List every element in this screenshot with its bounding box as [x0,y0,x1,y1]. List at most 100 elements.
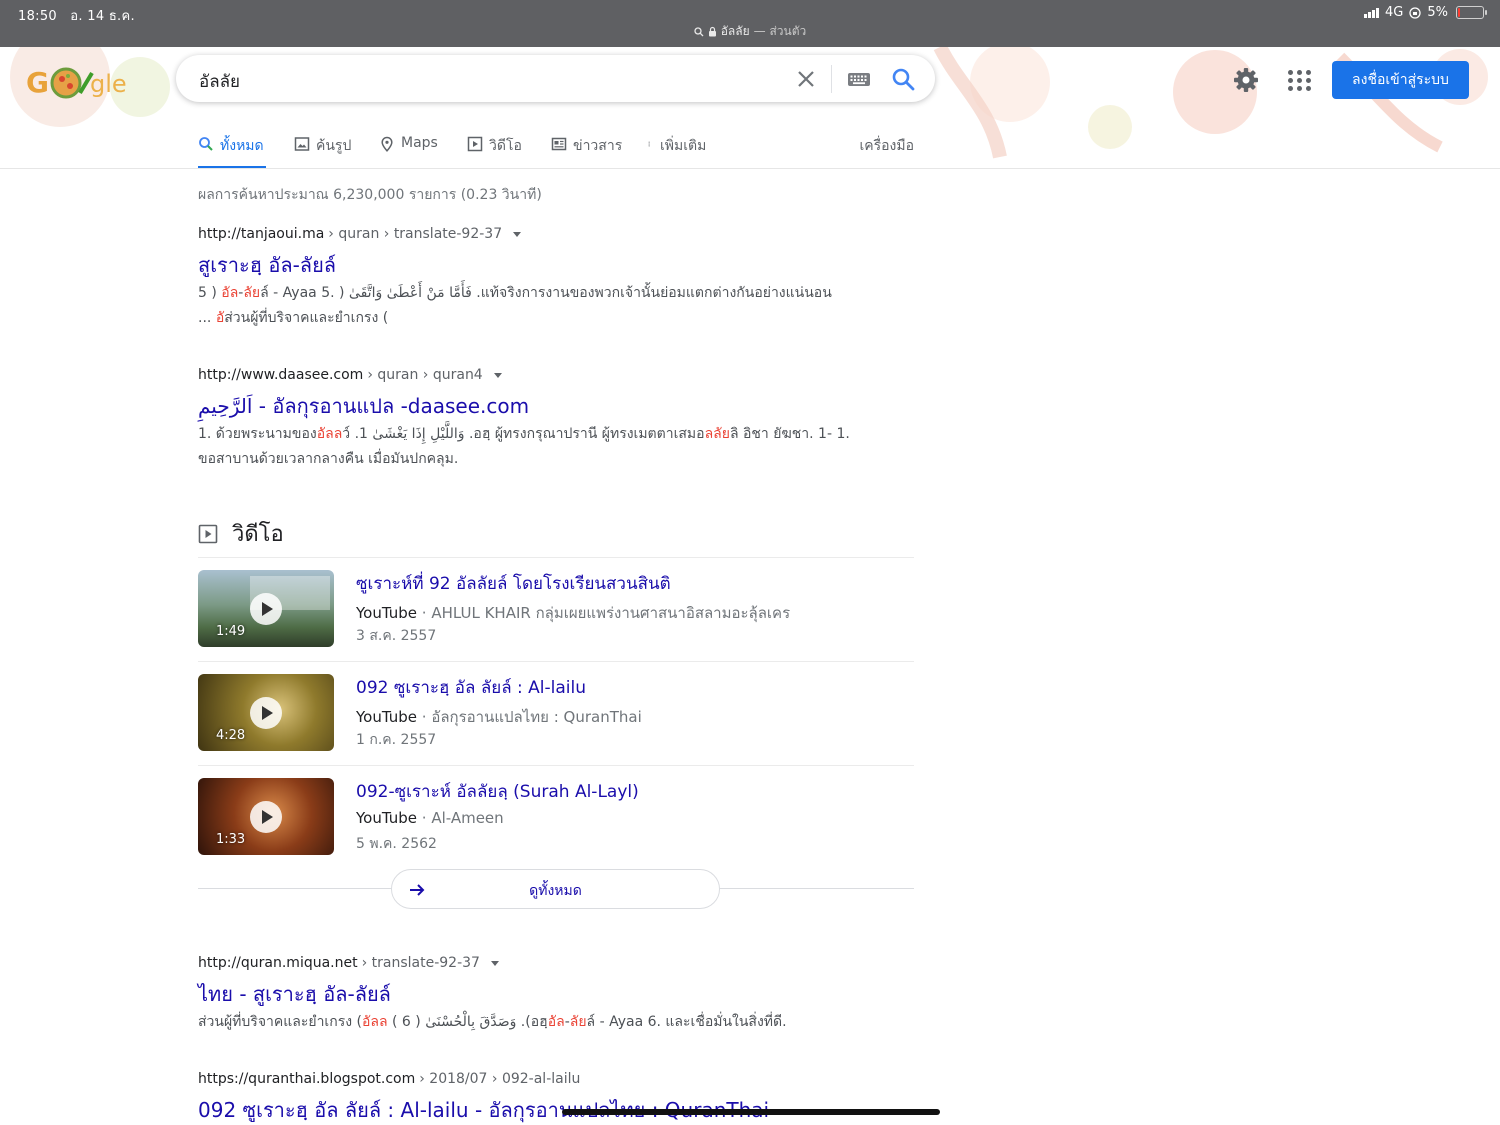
home-indicator[interactable] [562,1109,940,1115]
play-icon [250,801,282,833]
caret-down-icon[interactable] [490,960,499,966]
tab-label: ข่าวสาร [573,138,623,154]
videos-section-header: วิดีโอ [198,516,284,551]
video-date: 3 ส.ค. 2557 [356,628,437,644]
address-bar[interactable]: อัลลัย — ส่วนตัว [0,22,1500,41]
battery-icon [1456,6,1487,19]
search-result: http://tanjaoui.ma › quran › translate-9… [198,224,898,331]
video-date: 5 พ.ค. 2562 [356,836,437,852]
tab-all[interactable]: ทั้งหมด [198,133,266,168]
signal-icon [1364,7,1380,18]
play-icon [250,593,282,625]
video-thumbnail[interactable]: 4:28 [198,674,334,751]
search-input[interactable]: อัลลัย [199,68,240,95]
result-path: › quran › quran4 [367,367,483,383]
result-snippet: 1. ด้วยพระนามของอัลลว์ .1 وَاللَّيْلِ إِ… [198,422,914,472]
result-url[interactable]: http://www.daasee.com › quran › quran4 [198,365,914,385]
video-title[interactable]: ซูเราะห์ที่ 92 อัลลัยล์ โดยโรงเรียนสวนสิ… [356,570,671,597]
snippet-line: ส่วนผู้ที่บริจาคและยำเกรง (อัลล ( 6 ) وَ… [198,1010,898,1035]
tab-label: ทั้งหมด [220,138,264,154]
snippet-line: ขอสาบานด้วยเวลากลางคืน เมื่อมันปกคลุม. [198,447,914,472]
snippet-highlight: ลัย [569,1014,587,1030]
video-platform: YouTube [356,809,417,827]
video-source: YouTube · AHLUL KHAIR กลุ่มเผยแพร่งานศาส… [356,601,790,625]
video-platform: YouTube [356,604,417,622]
snippet-text: ว์ .1 وَاللَّيْلِ إِذَا يَغْشَىٰ .อฮฺ ผู… [342,426,705,442]
snippet-text: ส่วนผู้ที่บริจาคและยำเกรง ( [224,310,389,326]
tab-label: วิดีโอ [489,138,522,154]
video-source: YouTube · Al-Ameen [356,809,504,827]
snippet-line: 1. ด้วยพระนามของอัลลว์ .1 وَاللَّيْلِ إِ… [198,422,914,447]
search-icon[interactable] [890,66,916,92]
svg-text:gle: gle [90,70,127,98]
video-channel: · อัลกุรอานแปลไทย : QuranThai [421,708,642,726]
result-url[interactable]: http://tanjaoui.ma › quran › translate-9… [198,224,898,244]
snippet-text: ล์ - Ayaa 5. ) فَأَمَّا مَنْ أَعْطَىٰ وَ… [260,285,832,301]
search-result: http://quran.miqua.net › translate-92-37… [198,953,898,1035]
search-header: G gle อัลลัย ลงชื่อเข้าสู่ระบบ ทั้งหมด ค… [0,47,1500,169]
status-indicators: 4G 5% [1364,5,1487,20]
result-stats: ผลการค้นหาประมาณ 6,230,000 รายการ (0.23 … [198,187,542,203]
search-box[interactable]: อัลลัย [176,55,935,102]
tab-news[interactable]: ข่าวสาร [551,133,623,168]
video-item[interactable]: 4:28 092 ซูเราะฮฺ อัล ลัยล์ : Al-lailu Y… [198,674,914,754]
video-date: 1 ก.ค. 2557 [356,732,437,748]
tab-label: เพิ่มเติม [660,138,707,154]
result-title[interactable]: ไทย - สูเราะฮฺ อัล-ลัยล์ [198,981,898,1007]
snippet-text: 5 ) [198,285,222,301]
status-bar: 18:50 อ. 14 ธ.ค. 4G 5% อัลลัย — ส่วนตัว [0,0,1500,47]
snippet-highlight: อัลล [316,426,343,442]
tab-label: ค้นรูป [316,138,352,154]
tab-more[interactable]: เพิ่มเติม [648,133,707,168]
video-title[interactable]: 092-ซูเราะห์ อัลลัยลฺ (Surah Al-Layl) [356,778,639,805]
videos-heading: วิดีโอ [232,522,284,547]
video-icon [198,524,218,543]
video-thumbnail[interactable]: 1:33 [198,778,334,855]
gear-icon[interactable] [1232,66,1260,94]
video-thumbnail[interactable]: 1:49 [198,570,334,647]
result-snippet: 5 ) อัล-ลัยล์ - Ayaa 5. ) فَأَمَّا مَنْ … [198,281,898,331]
video-duration: 1:49 [216,624,246,639]
snippet-text: ขอสาบานด้วยเวลากลางคืน เมื่อมันปกคลุม. [198,451,459,467]
snippet-text: ล์ - Ayaa 6. และเชื่อมั่นในสิ่งที่ดี. [586,1014,787,1030]
snippet-line: ... อัส่วนผู้ที่บริจาคและยำเกรง ( [198,306,898,331]
result-title[interactable]: اَلرَّحِيمِ - อัลกุรอานแปล -daasee.com [198,393,914,419]
video-title[interactable]: 092 ซูเราะฮฺ อัล ลัยล์ : Al-lailu [356,674,586,701]
snippet-highlight: ลัย [243,285,261,301]
result-url[interactable]: https://quranthai.blogspot.com › 2018/07… [198,1069,898,1089]
google-doodle-logo[interactable]: G gle [22,59,132,103]
clear-icon[interactable] [793,66,819,92]
signin-button[interactable]: ลงชื่อเข้าสู่ระบบ [1332,61,1469,99]
news-icon [551,137,567,151]
tools-button[interactable]: เครื่องมือ [859,135,914,157]
snippet-text: ( 6 ) وَصَدَّقَ بِالْحُسْنَىٰ .(อฮฺ [387,1014,548,1030]
caret-down-icon[interactable] [513,231,522,237]
lock-icon [708,26,716,37]
result-host: http://quran.miqua.net [198,955,358,971]
divider [198,557,914,558]
map-pin-icon [381,136,393,152]
tab-maps[interactable]: Maps [379,133,438,168]
video-icon [467,136,483,152]
result-url[interactable]: http://quran.miqua.net › translate-92-37 [198,953,898,973]
battery-percent: 5% [1427,5,1448,20]
divider [198,661,914,662]
view-all-button[interactable]: ดูทั้งหมด [391,869,720,909]
search-icon [199,137,213,151]
keyboard-icon[interactable] [847,69,871,89]
video-item[interactable]: 1:33 092-ซูเราะห์ อัลลัยลฺ (Surah Al-Lay… [198,778,914,858]
address-subtitle: — ส่วนตัว [753,24,807,38]
snippet-highlight: ลลัย [704,426,730,442]
video-item[interactable]: 1:49 ซูเราะห์ที่ 92 อัลลัยล์ โดยโรงเรียน… [198,570,914,650]
apps-grid-icon[interactable] [1284,66,1311,92]
divider [198,765,914,766]
result-title[interactable]: สูเราะฮฺ อัล-ลัยล์ [198,252,898,278]
search-divider [831,65,832,93]
result-path: › quran › translate-92-37 [328,226,503,242]
caret-down-icon[interactable] [493,372,502,378]
search-small-icon [694,26,704,36]
video-channel: · AHLUL KHAIR กลุ่มเผยแพร่งานศาสนาอิสลาม… [421,604,791,622]
tab-images[interactable]: ค้นรูป [294,133,352,168]
network-label: 4G [1385,5,1404,20]
tab-videos[interactable]: วิดีโอ [467,133,522,168]
